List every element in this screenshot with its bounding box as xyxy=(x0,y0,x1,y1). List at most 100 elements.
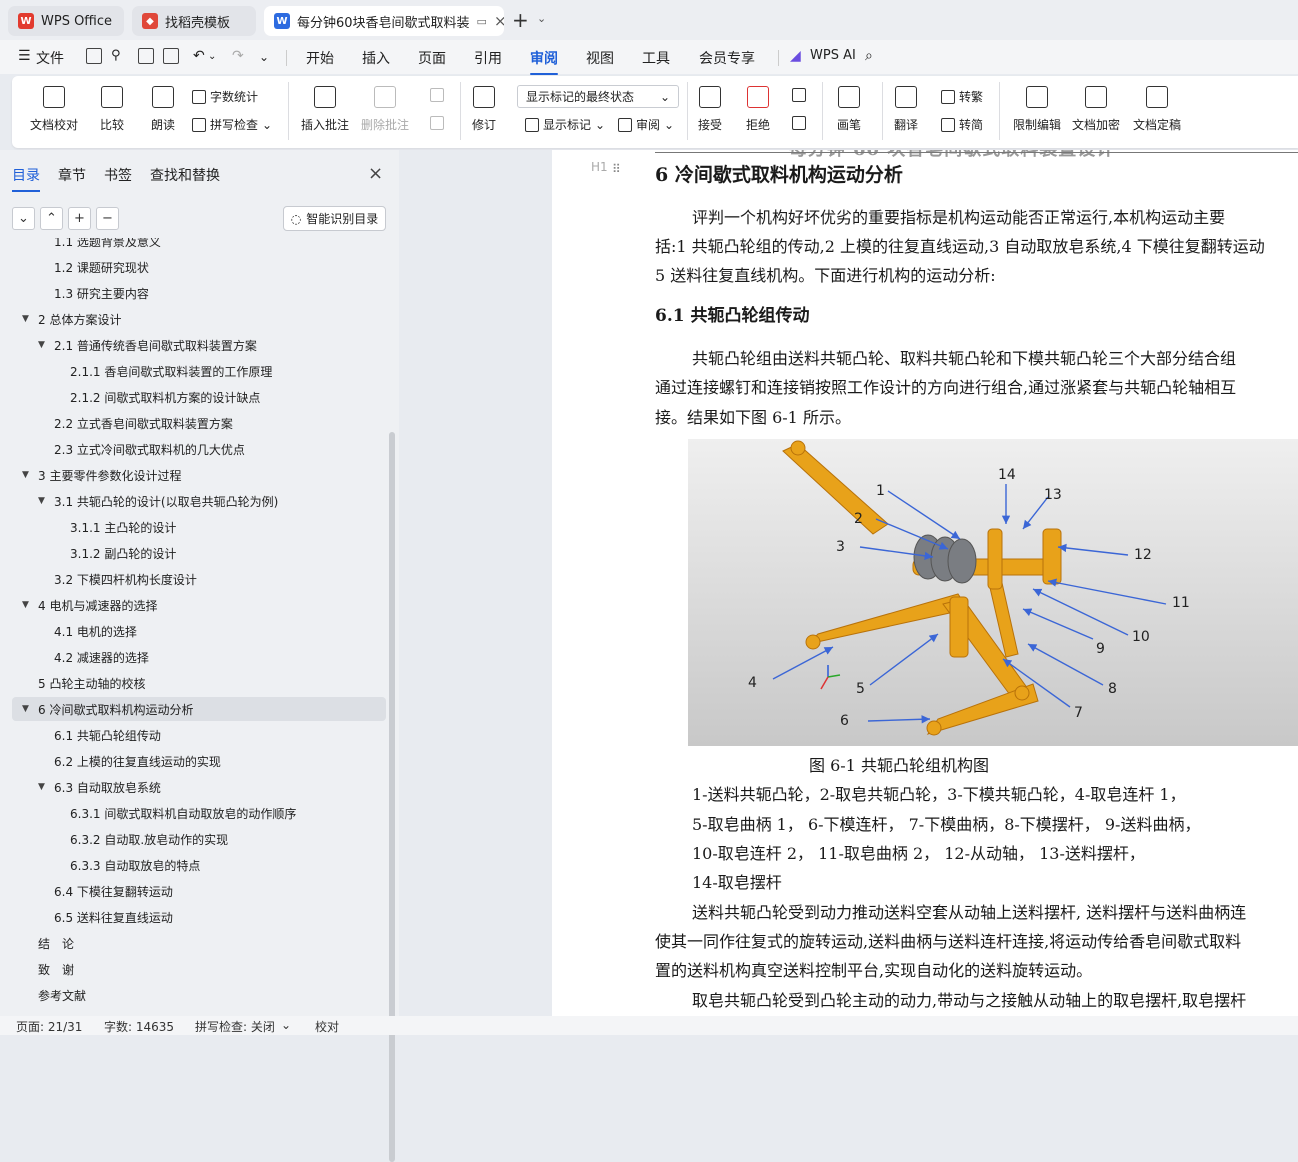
spell-check-status[interactable]: 拼写检查: 关闭 xyxy=(195,1018,275,1035)
print-preview-icon[interactable] xyxy=(163,48,179,64)
menu-page[interactable]: 页面 xyxy=(418,48,446,68)
compare-button[interactable]: 比较 xyxy=(100,86,124,133)
print-icon[interactable] xyxy=(138,48,154,64)
smart-toc-button[interactable]: ◌ 智能识别目录 xyxy=(283,206,386,231)
toc-item[interactable]: 3.1.2 副凸轮的设计 xyxy=(12,541,386,565)
menu-member[interactable]: 会员专享 xyxy=(699,48,755,68)
panel-scrollbar[interactable] xyxy=(389,432,395,1162)
new-tab-icon[interactable]: + xyxy=(512,8,529,32)
prev-change-button[interactable] xyxy=(792,88,806,102)
translate-button[interactable]: 翻译 xyxy=(894,86,918,133)
toc-item[interactable]: 2.1.2 间歇式取料机方案的设计缺点 xyxy=(12,385,386,409)
to-traditional-button[interactable]: 转繁 xyxy=(941,88,983,105)
tab-wps-office[interactable]: W WPS Office xyxy=(8,6,124,36)
finalize-button[interactable]: 文档定稿 xyxy=(1133,86,1181,133)
toc-item[interactable]: ▼ 3.1 共轭凸轮的设计(以取皂共轭凸轮为例) xyxy=(12,489,386,513)
next-change-button[interactable] xyxy=(792,116,806,130)
tab-daoke-templates[interactable]: ◆ 找稻壳模板 xyxy=(132,6,256,36)
prev-comment-button[interactable] xyxy=(430,88,444,102)
expand-arrow-icon[interactable]: ▼ xyxy=(22,314,29,324)
toc-item[interactable]: ▼ 4 电机与减速器的选择 xyxy=(12,593,386,617)
expand-arrow-icon[interactable]: ▼ xyxy=(38,496,45,506)
expand-arrow-icon[interactable]: ▼ xyxy=(38,340,45,350)
show-markup-button[interactable]: 显示标记 ⌄ xyxy=(525,116,605,133)
track-changes-button[interactable]: 修订 xyxy=(472,86,496,133)
undo-dropdown-icon[interactable]: ⌄ xyxy=(208,51,216,62)
toc-item[interactable]: 1.2 课题研究现状 xyxy=(12,255,386,279)
tab-sections[interactable]: 章节 xyxy=(58,165,86,185)
markup-state-select[interactable]: 显示标记的最终状态 ⌄ xyxy=(517,85,679,108)
toc-item[interactable]: 6.3.2 自动取.放皂动作的实现 xyxy=(12,827,386,851)
tab-document[interactable]: W 每分钟60块香皂间歇式取料装 ▭ × xyxy=(264,6,504,36)
toc-item[interactable]: 结 论 xyxy=(12,931,386,955)
toc-item[interactable]: ▼ 6.3 自动取放皂系统 xyxy=(12,775,386,799)
word-count-button[interactable]: 字数统计 xyxy=(192,88,258,105)
encrypt-button[interactable]: 文档加密 xyxy=(1072,86,1120,133)
screen-icon[interactable]: ▭ xyxy=(477,15,487,28)
restrict-edit-button[interactable]: 限制编辑 xyxy=(1013,86,1061,133)
add-heading-icon[interactable]: + xyxy=(68,207,91,230)
menu-reference[interactable]: 引用 xyxy=(474,48,502,68)
spell-check-button[interactable]: 拼写检查 ⌄ xyxy=(192,116,272,133)
expand-arrow-icon[interactable]: ▼ xyxy=(38,782,45,792)
delete-comment-button[interactable]: 删除批注 xyxy=(361,86,409,133)
toc-item[interactable]: 致 谢 xyxy=(12,957,386,981)
page-indicator[interactable]: 页面: 21/31 xyxy=(16,1018,82,1035)
toc-item[interactable]: 6.3.1 间歇式取料机自动取放皂的动作顺序 xyxy=(12,801,386,825)
close-icon[interactable]: × xyxy=(368,163,383,184)
toc-item[interactable]: 3.2 下模四杆机构长度设计 xyxy=(12,567,386,591)
proof-indicator[interactable]: 校对 xyxy=(315,1018,339,1035)
expand-arrow-icon[interactable]: ▼ xyxy=(22,704,29,714)
to-simplified-button[interactable]: 转简 xyxy=(941,116,983,133)
toc-item[interactable]: ▼ 6 冷间歇式取料机构运动分析 xyxy=(12,697,386,721)
menu-review[interactable]: 审阅 xyxy=(530,48,558,75)
pen-button[interactable]: 画笔 xyxy=(837,86,861,133)
save-icon[interactable] xyxy=(86,48,102,64)
menu-file[interactable]: 文件 xyxy=(36,48,64,68)
tab-bookmarks[interactable]: 书签 xyxy=(104,165,132,185)
toc-item[interactable]: 6.4 下模往复翻转运动 xyxy=(12,879,386,903)
toc-item[interactable]: 1.3 研究主要内容 xyxy=(12,281,386,305)
search-icon[interactable]: ⌕ xyxy=(865,48,873,64)
collapse-all-icon[interactable]: ⌄ xyxy=(12,207,35,230)
redo-icon[interactable]: ↷ xyxy=(232,48,244,64)
toc-item[interactable]: 4.2 减速器的选择 xyxy=(12,645,386,669)
menu-tools[interactable]: 工具 xyxy=(642,48,670,68)
toc-item[interactable]: 2.2 立式香皂间歇式取料装置方案 xyxy=(12,411,386,435)
toc-item[interactable]: ▼ 3 主要零件参数化设计过程 xyxy=(12,463,386,487)
menu-view[interactable]: 视图 xyxy=(586,48,614,68)
toc-item[interactable]: 2.1.1 香皂间歇式取料装置的工作原理 xyxy=(12,359,386,383)
review-pane-button[interactable]: 审阅 ⌄ xyxy=(618,116,674,133)
proofread-button[interactable]: 文档校对 xyxy=(30,86,78,133)
undo-icon[interactable]: ↶ xyxy=(193,48,205,64)
word-count-indicator[interactable]: 字数: 14635 xyxy=(104,1018,174,1035)
insert-comment-button[interactable]: 插入批注 xyxy=(301,86,349,133)
chevron-down-icon[interactable]: ⌄ xyxy=(537,12,546,25)
chevron-down-icon[interactable]: ⌄ xyxy=(281,1018,291,1032)
toc-item[interactable]: 参考文献 xyxy=(12,983,386,1007)
toc-item[interactable]: ▼ 2 总体方案设计 xyxy=(12,307,386,331)
toc-item[interactable]: ▼ 2.1 普通传统香皂间歇式取料装置方案 xyxy=(12,333,386,357)
close-icon[interactable]: × xyxy=(494,12,504,30)
menu-wps-ai[interactable]: WPS AI xyxy=(810,48,856,63)
read-aloud-button[interactable]: 朗读 xyxy=(151,86,175,133)
menu-start[interactable]: 开始 xyxy=(306,48,334,68)
expand-arrow-icon[interactable]: ▼ xyxy=(22,600,29,610)
toc-item[interactable]: 6.3.3 自动取放皂的特点 xyxy=(12,853,386,877)
tab-toc[interactable]: 目录 xyxy=(12,165,40,192)
tab-find-replace[interactable]: 查找和替换 xyxy=(150,165,220,185)
toc-item[interactable]: 6.2 上模的往复直线运动的实现 xyxy=(12,749,386,773)
format-painter-icon[interactable]: ⚲ xyxy=(111,48,121,63)
toc-item[interactable]: 2.3 立式冷间歇式取料机的几大优点 xyxy=(12,437,386,461)
toc-item[interactable]: 4.1 电机的选择 xyxy=(12,619,386,643)
hamburger-icon[interactable]: ☰ xyxy=(18,48,31,64)
toc-item[interactable]: 3.1.1 主凸轮的设计 xyxy=(12,515,386,539)
next-comment-button[interactable] xyxy=(430,116,444,130)
more-icon[interactable]: ⌄ xyxy=(259,50,269,64)
remove-heading-icon[interactable]: − xyxy=(96,207,119,230)
expand-up-icon[interactable]: ⌃ xyxy=(40,207,63,230)
wps-ai-icon[interactable]: ◢ xyxy=(790,48,801,64)
toc-item[interactable]: 6.1 共轭凸轮组传动 xyxy=(12,723,386,747)
toc-item[interactable]: 1.1 选题背景及意义 xyxy=(12,238,386,253)
menu-insert[interactable]: 插入 xyxy=(362,48,390,68)
